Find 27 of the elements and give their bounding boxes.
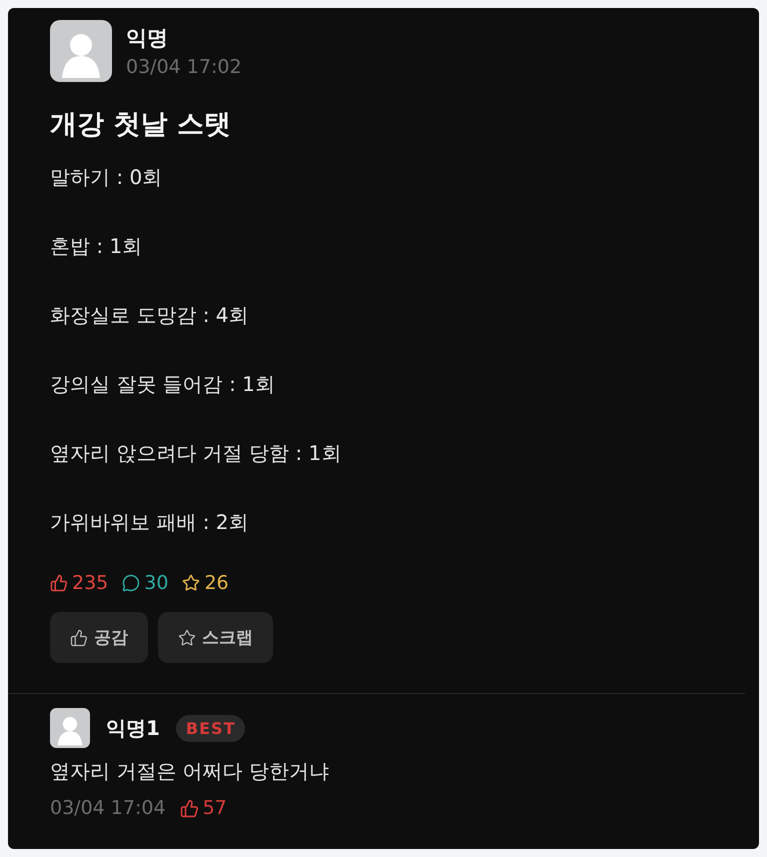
avatar-icon — [50, 708, 90, 748]
comment-likes: 57 — [180, 797, 227, 819]
best-badge: BEST — [176, 714, 246, 742]
star-icon — [182, 574, 200, 592]
like-button[interactable]: 공감 — [50, 612, 148, 663]
comment-text: 옆자리 거절은 어쩌다 당한거냐 — [50, 758, 330, 785]
scrap-button[interactable]: 스크랩 — [158, 612, 273, 663]
author-name: 익명 — [126, 25, 169, 52]
post-title: 개강 첫날 스탯 — [50, 108, 232, 142]
avatar-icon — [50, 20, 112, 82]
post-line: 말하기 : 0회 — [50, 164, 164, 191]
comment-author: 익명1 — [106, 714, 160, 742]
post-line: 강의실 잘못 들어감 : 1회 — [50, 371, 276, 398]
thumbs-up-icon — [70, 628, 88, 646]
star-icon — [178, 628, 196, 646]
post-line: 혼밥 : 1회 — [50, 233, 144, 260]
post-line: 화장실로 도망감 : 4회 — [50, 302, 250, 329]
speech-bubble-icon — [122, 574, 140, 592]
thumbs-up-icon — [50, 574, 68, 592]
stat-count: 30 — [122, 572, 168, 594]
post-line: 가위바위보 패배 : 2회 — [50, 509, 250, 536]
post-time: 03/04 17:02 — [126, 56, 242, 78]
post-line: 옆자리 앉으려다 거절 당함 : 1회 — [50, 440, 342, 467]
comment-time: 03/04 17:04 — [50, 797, 166, 819]
stat-count: 235 — [50, 572, 108, 594]
stat-count: 26 — [182, 572, 229, 594]
thumbs-up-icon — [180, 798, 199, 818]
